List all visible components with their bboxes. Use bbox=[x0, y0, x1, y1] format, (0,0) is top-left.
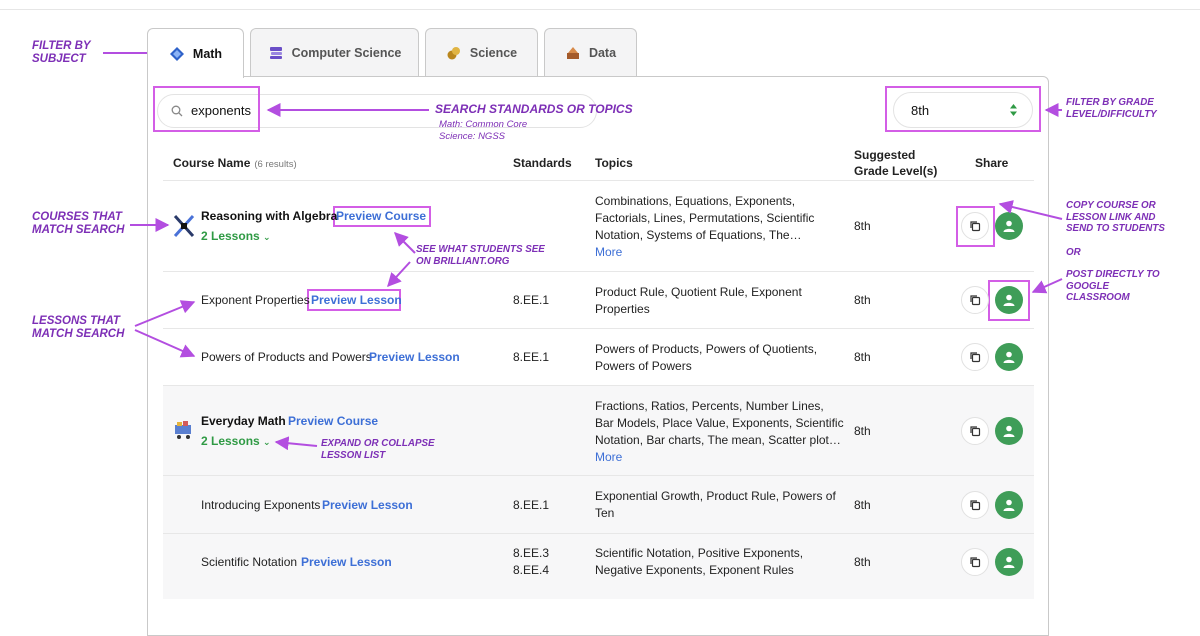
tab-math[interactable]: Math bbox=[147, 28, 244, 78]
arrow-expand bbox=[274, 436, 318, 451]
tab-label: Math bbox=[192, 46, 223, 61]
arrow-copy bbox=[998, 200, 1063, 220]
arrow-preview-course bbox=[394, 232, 416, 254]
arrow-post bbox=[1031, 278, 1063, 294]
arrow-lessons-1 bbox=[134, 300, 196, 327]
arrow-preview-lesson bbox=[387, 261, 411, 288]
annotation-arrows bbox=[103, 46, 1063, 451]
math-icon bbox=[169, 46, 184, 61]
arrow-lessons-2 bbox=[134, 329, 196, 358]
